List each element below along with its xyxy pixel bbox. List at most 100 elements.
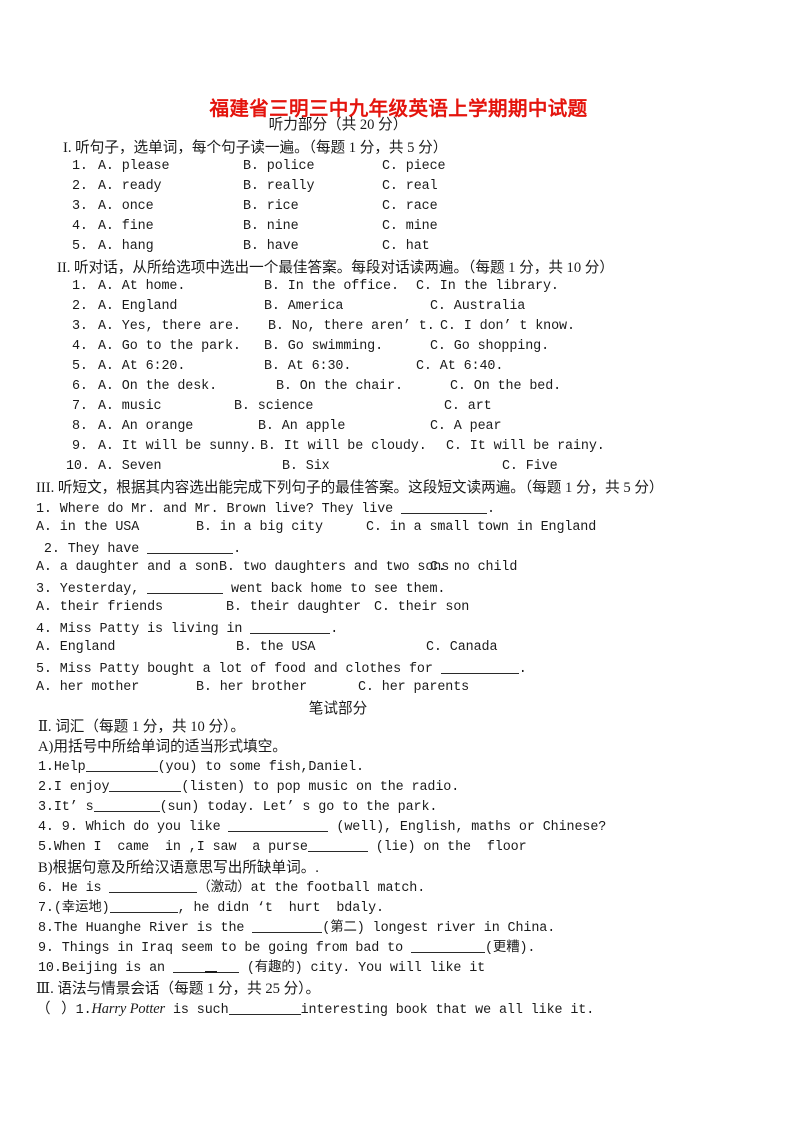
answer-blank[interactable]	[109, 912, 178, 913]
answer-blank[interactable]	[147, 593, 224, 594]
option-b[interactable]: B. Go swimming.	[264, 339, 383, 354]
option-a[interactable]: A. hang	[98, 239, 154, 254]
option-b[interactable]: B. the USA	[236, 640, 315, 655]
vocab-subsection-a-heading: A)用括号中所给单词的适当形式填空。	[38, 739, 287, 755]
option-c[interactable]: C. piece	[382, 159, 446, 174]
item-number: 6.	[72, 379, 88, 394]
option-b[interactable]: B. nine	[243, 219, 299, 234]
item-number: 3.	[72, 319, 88, 334]
option-a[interactable]: A. ready	[98, 179, 162, 194]
option-a[interactable]: A. once	[98, 199, 154, 214]
listening-s3-q2-stem: 2. They have .	[36, 540, 241, 560]
option-a[interactable]: A. please	[98, 159, 170, 174]
answer-blank[interactable]	[109, 791, 182, 792]
answer-blank[interactable]	[85, 771, 158, 772]
item-number: 1.	[72, 279, 88, 294]
option-a[interactable]: A. music	[98, 399, 162, 414]
option-b[interactable]: B. really	[243, 179, 315, 194]
option-a[interactable]: A. Go to the park.	[98, 339, 241, 354]
option-c[interactable]: C. mine	[382, 219, 438, 234]
answer-blank[interactable]	[228, 831, 329, 832]
vocab-b-item-9: 9. Things in Iraq seem to be going from …	[38, 939, 535, 959]
option-c[interactable]: C. no child	[430, 560, 517, 575]
answer-blank[interactable]	[172, 972, 205, 973]
option-c[interactable]: C. Canada	[426, 640, 498, 655]
vocab-b-item-7: 7.(幸运地) , he didn ‘t hurt bdaly.	[38, 899, 384, 919]
answer-blank[interactable]	[401, 513, 488, 514]
answer-blank[interactable]	[252, 932, 323, 933]
answer-blank[interactable]	[250, 633, 331, 634]
stem-text-before: 10.Beijing is an	[38, 961, 173, 976]
option-b[interactable]: B. On the chair.	[276, 379, 403, 394]
option-c[interactable]: C. hat	[382, 239, 430, 254]
stem-text-before: 6. He is	[38, 881, 110, 896]
item-number: 7.	[72, 399, 88, 414]
answer-bracket[interactable]: （ ）	[36, 1001, 76, 1017]
option-c[interactable]: C. A pear	[430, 419, 502, 434]
stem-text-before: 3.It’ s	[38, 800, 94, 815]
answer-blank[interactable]	[410, 952, 485, 953]
option-b[interactable]: B. in a big city	[196, 520, 323, 535]
answer-blank[interactable]	[307, 851, 368, 852]
option-a[interactable]: A. fine	[98, 219, 154, 234]
option-a[interactable]: A. England	[98, 299, 177, 314]
item-number: 5.	[72, 239, 88, 254]
option-a[interactable]: A. England	[36, 640, 115, 655]
item-number: 9.	[72, 439, 88, 454]
stem-text-before: 2. They have	[36, 542, 148, 557]
option-c[interactable]: C. art	[444, 399, 492, 414]
answer-blank[interactable]	[228, 1014, 301, 1015]
option-c[interactable]: C. On the bed.	[450, 379, 561, 394]
option-a[interactable]: A. An orange	[98, 419, 193, 434]
option-c[interactable]: C. their son	[374, 600, 469, 615]
option-c[interactable]: C. race	[382, 199, 438, 214]
option-a[interactable]: A. in the USA	[36, 520, 139, 535]
option-c[interactable]: C. real	[382, 179, 438, 194]
stem-text-after: (sun) today. Let’ s go to the park.	[159, 800, 438, 815]
option-b[interactable]: B. rice	[243, 199, 299, 214]
option-b[interactable]: B. At 6:30.	[264, 359, 351, 374]
option-a[interactable]: A. On the desk.	[98, 379, 217, 394]
option-a[interactable]: A. their friends	[36, 600, 163, 615]
option-b[interactable]: B. No, there aren’ t.	[268, 319, 435, 334]
item-number: 2.	[72, 299, 88, 314]
option-c[interactable]: C. Five	[502, 459, 558, 474]
stem-text-before: is such	[165, 1003, 229, 1018]
option-b[interactable]: B. An apple	[258, 419, 345, 434]
option-a[interactable]: A. a daughter and a son	[36, 560, 219, 575]
option-c[interactable]: C. In the library.	[416, 279, 559, 294]
option-b[interactable]: B. two daughters and two sons	[219, 560, 449, 575]
option-a[interactable]: A. Seven	[98, 459, 162, 474]
option-c[interactable]: C. I don’ t know.	[440, 319, 575, 334]
option-c[interactable]: C. It will be rainy.	[446, 439, 605, 454]
option-b[interactable]: B. America	[264, 299, 343, 314]
answer-blank-segment[interactable]	[216, 972, 239, 973]
option-a[interactable]: A. At 6:20.	[98, 359, 185, 374]
answer-blank[interactable]	[93, 811, 160, 812]
option-b[interactable]: B. their daughter	[226, 600, 361, 615]
option-b[interactable]: B. Six	[282, 459, 330, 474]
vocab-b-item-8: 8.The Huanghe River is the (第二) longest …	[38, 919, 555, 939]
option-b[interactable]: B. In the office.	[264, 279, 399, 294]
option-a[interactable]: A. At home.	[98, 279, 185, 294]
answer-blank[interactable]	[440, 673, 519, 674]
option-c[interactable]: C. Australia	[430, 299, 525, 314]
option-c[interactable]: C. her parents	[358, 680, 469, 695]
option-a[interactable]: A. her mother	[36, 680, 139, 695]
option-c[interactable]: C. in a small town in England	[366, 520, 596, 535]
answer-blank-segment[interactable]	[204, 971, 217, 973]
stem-text-before: 1. Where do Mr. and Mr. Brown live? They…	[36, 502, 402, 517]
option-a[interactable]: A. Yes, there are.	[98, 319, 241, 334]
option-b[interactable]: B. police	[243, 159, 315, 174]
option-c[interactable]: C. Go shopping.	[430, 339, 549, 354]
option-b[interactable]: B. her brother	[196, 680, 307, 695]
option-a[interactable]: A. It will be sunny.	[98, 439, 257, 454]
vocab-subsection-b-heading: B)根据句意及所给汉语意思写出所缺单词。.	[38, 860, 319, 876]
vocab-a-item-4: 4. 9. Which do you like (well), English,…	[38, 818, 606, 838]
option-c[interactable]: C. At 6:40.	[416, 359, 503, 374]
option-b[interactable]: B. have	[243, 239, 299, 254]
option-b[interactable]: B. science	[234, 399, 313, 414]
answer-blank[interactable]	[109, 892, 198, 893]
option-b[interactable]: B. It will be cloudy.	[260, 439, 427, 454]
answer-blank[interactable]	[147, 553, 234, 554]
